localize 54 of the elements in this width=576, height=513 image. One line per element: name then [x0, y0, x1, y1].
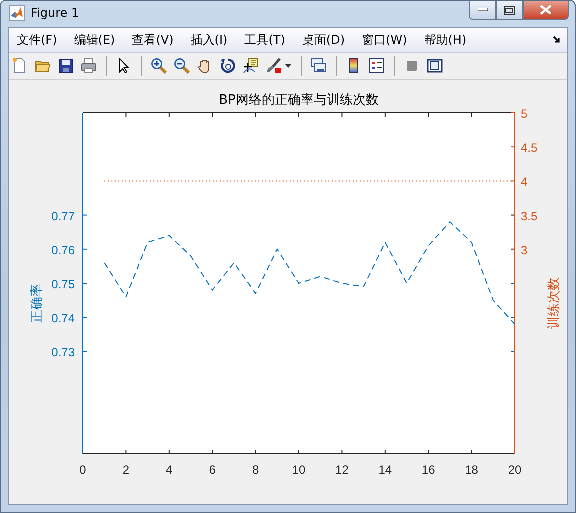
x-tick-label: 8 [252, 463, 260, 477]
matlab-logo-icon [9, 5, 25, 21]
y2-axis-label: 训练次数 [546, 278, 561, 330]
x-tick-label: 14 [378, 463, 392, 477]
y-tick-label: 0.75 [52, 278, 75, 292]
x-tick-label: 4 [166, 463, 173, 477]
y2-tick-label: 4 [521, 175, 528, 190]
maximize-button[interactable] [496, 1, 523, 20]
menu-item[interactable]: 桌面(D) [302, 32, 346, 48]
y-tick-label: 0.76 [52, 243, 75, 258]
x-tick-label: 0 [80, 463, 86, 477]
menu-item[interactable]: 窗口(W) [362, 32, 408, 48]
x-tick-label: 10 [292, 463, 306, 477]
x-tick-label: 6 [209, 463, 216, 477]
window-title: Figure 1 [31, 6, 80, 20]
x-tick-label: 18 [465, 463, 478, 477]
save-icon[interactable] [58, 58, 74, 74]
close-button[interactable] [523, 1, 569, 20]
chart-title: BP网络的正确率与训练次数 [219, 93, 379, 108]
y-tick-label: 0.77 [52, 209, 75, 224]
rotate-icon[interactable] [220, 58, 236, 74]
x-tick-label: 20 [508, 463, 522, 477]
legend-icon[interactable] [369, 58, 385, 74]
y2-tick-label: 4.5 [521, 141, 538, 156]
menu-item[interactable]: 文件(F) [17, 32, 58, 48]
menu-item[interactable]: 插入(I) [190, 32, 228, 48]
menu-item[interactable]: 工具(T) [244, 32, 286, 48]
linked-windows-icon[interactable] [311, 58, 327, 74]
maximize-icon [504, 6, 515, 14]
brush-icon[interactable] [266, 58, 282, 74]
menu-item[interactable]: 查看(V) [132, 32, 174, 48]
square-icon[interactable] [404, 58, 420, 74]
minimize-icon [478, 8, 488, 12]
y-tick-label: 0.74 [52, 312, 75, 326]
zoom-in-icon[interactable] [151, 58, 167, 74]
dock-arrow-icon[interactable] [553, 36, 561, 44]
x-tick-label: 12 [336, 463, 349, 477]
caret-icon[interactable] [285, 64, 292, 68]
close-icon [540, 5, 552, 15]
minimize-button[interactable] [469, 1, 496, 20]
new-file-icon[interactable] [12, 58, 28, 74]
print-icon[interactable] [81, 58, 97, 74]
x-tick-label: 16 [422, 463, 436, 477]
y-tick-label: 0.73 [52, 346, 75, 360]
menu-item[interactable]: 编辑(E) [74, 32, 116, 48]
menu-item[interactable]: 帮助(H) [424, 32, 467, 48]
y2-tick-label: 3 [521, 243, 528, 258]
x-tick-label: 2 [122, 463, 130, 477]
plot-frame-icon[interactable] [427, 58, 443, 74]
y-axis-label: 正确率 [29, 284, 44, 323]
y2-tick-label: 3.5 [521, 209, 538, 224]
zoom-out-icon[interactable] [174, 58, 190, 74]
y2-tick-label: 5 [521, 107, 528, 121]
data-cursor-icon[interactable] [243, 58, 259, 74]
